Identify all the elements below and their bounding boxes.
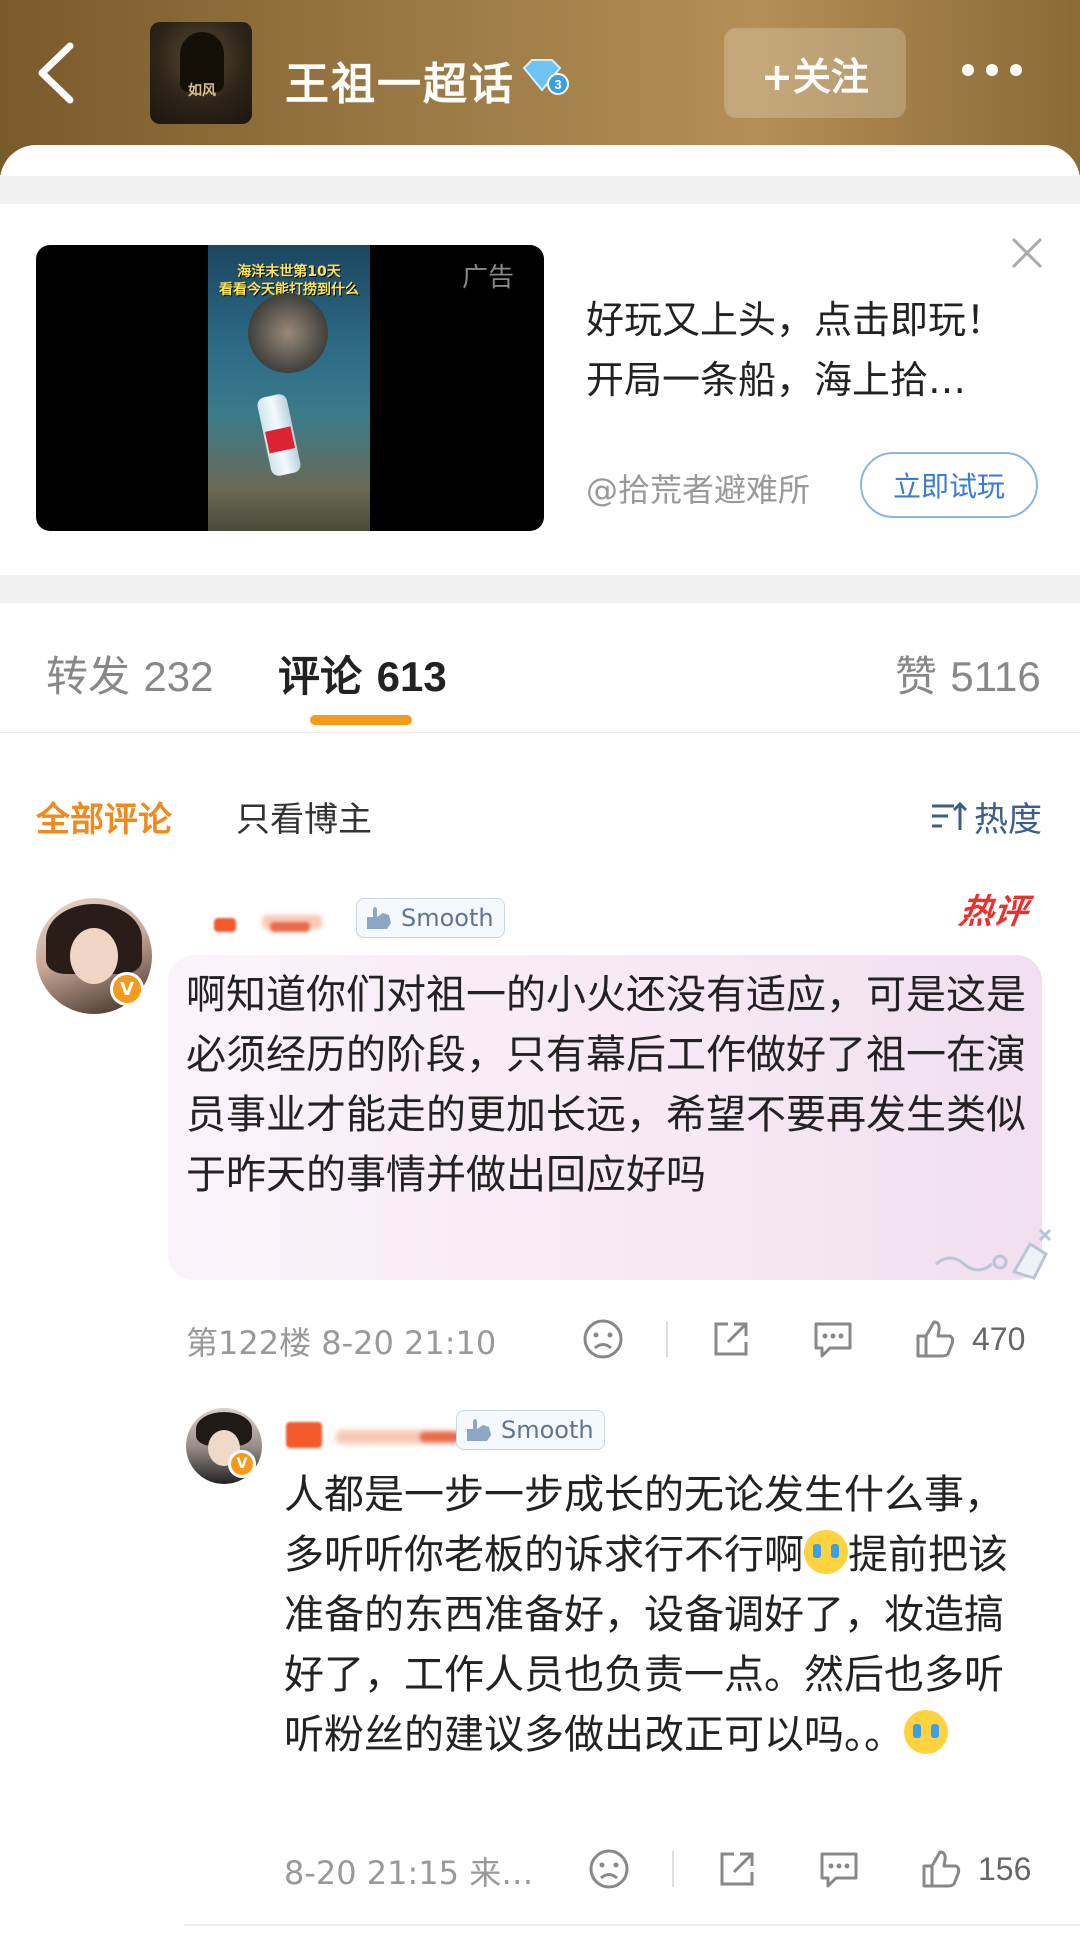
action-divider	[672, 1851, 674, 1887]
sort-label: 热度	[974, 800, 1042, 840]
tab-repost-count: 232	[143, 653, 214, 700]
more-dot-icon	[986, 64, 998, 76]
hand-badge-icon	[467, 1419, 491, 1441]
section-divider	[0, 575, 1080, 603]
comment-text[interactable]: 啊知道你们对祖一的小火还没有适应，可是这是必须经历的阶段，只有幕后工作做好了祖一…	[186, 965, 1026, 1205]
comment-meta: 第122楼 8-20 21:10	[186, 1324, 497, 1362]
try-now-button[interactable]: 立即试玩	[860, 452, 1038, 518]
tab-comment-count: 613	[376, 653, 447, 700]
action-divider	[666, 1321, 668, 1357]
topic-avatar[interactable]: 如风	[150, 22, 252, 124]
username-blurred[interactable]	[270, 922, 310, 932]
share-icon[interactable]	[708, 1316, 754, 1362]
back-button[interactable]	[30, 38, 90, 108]
share-icon[interactable]	[714, 1846, 760, 1892]
like-thumb-icon[interactable]	[918, 1846, 964, 1892]
follow-button[interactable]: +关注	[724, 28, 906, 118]
ad-description[interactable]: 好玩又上头，点击即玩！ 开局一条船，海上拾…	[586, 290, 1046, 410]
bottle-image	[256, 392, 302, 478]
filter-op-only[interactable]: 只看博主	[236, 792, 372, 841]
reply-actions: 156	[586, 1846, 1031, 1892]
tab-like[interactable]: 赞 5116	[895, 643, 1041, 704]
dislike-face-icon[interactable]	[580, 1316, 626, 1362]
crying-emoji-icon	[904, 1710, 948, 1754]
comment-actions: 470	[580, 1316, 1025, 1362]
username-blurred[interactable]	[214, 918, 236, 932]
avatar-face	[70, 928, 118, 984]
hand-badge-icon	[367, 907, 391, 929]
tab-comment[interactable]: 评论 613	[278, 643, 447, 704]
active-tab-indicator	[310, 715, 412, 725]
more-options-button[interactable]	[962, 50, 1032, 90]
fan-badge-label: Smooth	[501, 1416, 594, 1444]
ad-line-2: 开局一条船，海上拾…	[586, 358, 967, 402]
ad-video-frame: 海洋末世第10天 看看今天能打捞到什么	[208, 245, 370, 531]
like-thumb-icon[interactable]	[912, 1316, 958, 1362]
bubble-decoration-icon	[935, 1228, 1052, 1280]
reply-icon[interactable]	[810, 1316, 856, 1362]
topic-avatar-caption: 如风	[188, 83, 216, 99]
svg-text:3: 3	[554, 77, 561, 92]
more-dot-icon	[1010, 64, 1022, 76]
username-blurred[interactable]	[286, 1422, 322, 1448]
filter-all-comments[interactable]: 全部评论	[36, 792, 172, 841]
interaction-tabs: 转发 232 评论 613 赞 5116	[0, 603, 1080, 733]
dislike-face-icon[interactable]	[586, 1846, 632, 1892]
ad-source[interactable]: @拾荒者避难所	[586, 465, 810, 511]
fan-badge-label: Smooth	[401, 904, 494, 932]
back-arrow-icon	[38, 42, 74, 104]
reply-meta: 8-20 21:15 来…	[284, 1854, 534, 1892]
fan-badge[interactable]: Smooth	[456, 1410, 605, 1450]
like-count: 156	[978, 1850, 1032, 1887]
divider	[184, 1924, 1080, 1926]
tab-repost[interactable]: 转发 232	[46, 643, 213, 704]
sort-icon	[932, 801, 968, 830]
hot-comment-badge: 热评	[956, 892, 1031, 932]
sort-button[interactable]: 热度	[928, 792, 1042, 841]
fan-badge[interactable]: Smooth	[356, 898, 505, 938]
diver-image	[248, 293, 328, 373]
ad-tag: 广告	[462, 263, 515, 293]
ad-video-thumbnail[interactable]: 海洋末世第10天 看看今天能打捞到什么 广告	[36, 245, 544, 531]
topic-title[interactable]: 王祖一超话	[285, 48, 515, 112]
close-icon[interactable]	[1010, 236, 1044, 270]
verified-icon: V	[228, 1450, 256, 1478]
tab-like-label: 赞	[895, 652, 938, 701]
like-count: 470	[972, 1320, 1026, 1357]
reply-text[interactable]: 人都是一步一步成长的无论发生什么事，多听听你老板的诉求行不行啊 提前把该准备的东西…	[284, 1465, 1024, 1765]
tab-repost-label: 转发	[46, 652, 131, 701]
more-dot-icon	[962, 64, 974, 76]
tab-like-count: 5116	[950, 653, 1041, 700]
reply-icon[interactable]	[816, 1846, 862, 1892]
verified-icon: V	[110, 972, 144, 1006]
crying-emoji-icon	[804, 1530, 848, 1574]
tab-comment-label: 评论	[278, 652, 363, 701]
diamond-level-icon: 3	[522, 59, 569, 95]
section-divider	[0, 176, 1080, 204]
ad-line-1: 好玩又上头，点击即玩！	[586, 298, 1005, 342]
